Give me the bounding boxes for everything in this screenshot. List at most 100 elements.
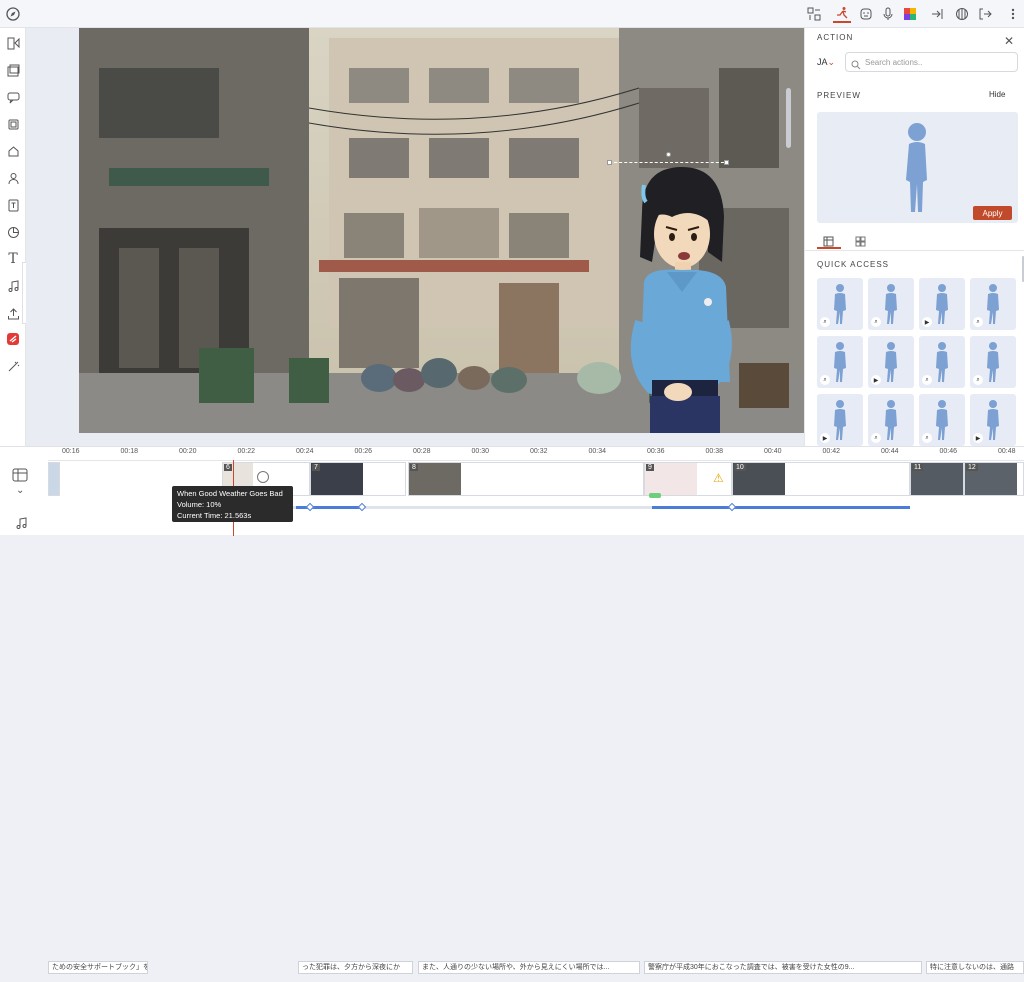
zoom-icon[interactable]: ⌕ — [922, 433, 932, 443]
action-tile[interactable]: ⌕ — [817, 278, 863, 330]
layout-icon[interactable] — [805, 5, 823, 23]
action-tile[interactable]: ⌕ — [817, 336, 863, 388]
audio-clip[interactable]: 特に注意しないのは、通路 — [926, 961, 1024, 974]
volume-segment[interactable] — [652, 506, 910, 509]
pose-silhouette — [885, 400, 897, 440]
tooltip-title: When Good Weather Goes Bad — [177, 489, 283, 498]
text-box-icon[interactable] — [4, 196, 22, 214]
action-tile[interactable]: ▶ — [970, 394, 1016, 446]
scene-canvas[interactable] — [79, 28, 807, 433]
character-icon[interactable] — [4, 169, 22, 187]
quick-access-title: QUICK ACCESS — [817, 260, 890, 269]
enter-icon[interactable] — [929, 5, 947, 23]
keyframe-marker[interactable] — [727, 502, 737, 512]
selection-box — [609, 162, 729, 163]
play-icon[interactable]: ▶ — [922, 317, 932, 327]
music-icon[interactable] — [4, 277, 22, 295]
character-woman[interactable] — [622, 162, 742, 433]
stage-scrollbar[interactable] — [786, 88, 791, 148]
top-toolbar — [0, 0, 1024, 28]
keyframe-marker[interactable] — [357, 502, 367, 512]
resize-handle[interactable] — [724, 160, 729, 165]
tooltip-current-time: Current Time: 21.563s — [177, 511, 252, 520]
action-panel: ACTION ✕ JA⌄ Search actions.. PREVIEW Hi… — [804, 28, 1024, 446]
action-tile[interactable]: ⌕ — [919, 336, 965, 388]
audio-clip[interactable]: 警察庁が平成30年におこなった調査では、被害を受けた女性の9... — [644, 961, 922, 974]
action-tile[interactable]: ⌕ — [919, 394, 965, 446]
warning-icon: ⚠ — [713, 471, 724, 485]
action-tile[interactable]: ▶ — [817, 394, 863, 446]
play-icon[interactable]: ▶ — [820, 433, 830, 443]
time-tick: 00:20 — [179, 448, 197, 455]
zoom-icon[interactable]: ⌕ — [871, 433, 881, 443]
action-tile[interactable]: ⌕ — [970, 336, 1016, 388]
text-icon[interactable]: T — [4, 250, 22, 268]
divider — [805, 250, 1024, 251]
time-tick: 00:28 — [413, 448, 431, 455]
time-tick: 00:40 — [764, 448, 782, 455]
audio-clip[interactable]: また、人通りの少ない場所や、外から見えにくい場所では... — [418, 961, 640, 974]
chat-bubble-icon[interactable] — [4, 88, 22, 106]
time-tick: 00:48 — [998, 448, 1016, 455]
shapes-icon[interactable] — [4, 34, 22, 52]
action-tile[interactable]: ⌕ — [868, 278, 914, 330]
hide-preview-link[interactable]: Hide — [989, 90, 1005, 99]
scene-clip[interactable]: ⚠ 9 — [644, 462, 732, 496]
language-select[interactable]: JA⌄ — [817, 57, 835, 68]
rotate-handle[interactable] — [666, 152, 671, 157]
tab-underline — [817, 247, 841, 249]
zoom-icon[interactable]: ⌕ — [820, 317, 830, 327]
scene-clip[interactable]: 12 — [964, 462, 1024, 496]
upload-icon[interactable] — [4, 304, 22, 322]
more-vertical-icon[interactable] — [1004, 5, 1022, 23]
face-expression-icon[interactable] — [857, 5, 875, 23]
audio-tooltip: When Good Weather Goes Bad Volume: 10% C… — [172, 486, 293, 522]
scene-clip[interactable]: 11 — [910, 462, 964, 496]
pose-silhouette — [936, 342, 948, 382]
microphone-icon[interactable] — [879, 5, 897, 23]
prop-icon[interactable] — [4, 142, 22, 160]
zoom-icon[interactable]: ⌕ — [973, 317, 983, 327]
action-tile[interactable]: ⌕ — [868, 394, 914, 446]
play-icon[interactable]: ▶ — [973, 433, 983, 443]
zoom-icon[interactable]: ⌕ — [871, 317, 881, 327]
time-ruler[interactable]: 00:16 00:18 00:20 00:22 00:24 00:26 00:28 00:30… — [48, 447, 1024, 461]
color-palette-icon[interactable] — [901, 5, 919, 23]
apply-button[interactable]: Apply — [973, 206, 1012, 220]
zoom-icon[interactable]: ⌕ — [922, 375, 932, 385]
chart-icon[interactable] — [4, 223, 22, 241]
effect-icon[interactable] — [4, 357, 22, 375]
audio-clip[interactable]: った犯罪は、夕方から深夜にか — [298, 961, 413, 974]
camera-aperture-icon[interactable] — [953, 5, 971, 23]
compass-icon[interactable] — [4, 5, 22, 23]
time-tick: 00:24 — [296, 448, 314, 455]
keyframe-marker[interactable] — [305, 502, 315, 512]
resize-handle[interactable] — [607, 160, 612, 165]
frame-icon[interactable] — [4, 115, 22, 133]
exit-icon[interactable] — [976, 5, 994, 23]
brand-icon[interactable] — [4, 330, 22, 348]
scene-clip[interactable]: 8 — [408, 462, 644, 496]
action-tile[interactable]: ⌕ — [970, 278, 1016, 330]
chevron-down-icon[interactable]: ⌄ — [16, 485, 24, 496]
close-icon[interactable]: ✕ — [1004, 34, 1014, 48]
search-actions-input[interactable]: Search actions.. — [845, 52, 1018, 72]
scene-clip[interactable]: 10 — [732, 462, 910, 496]
transition-marker[interactable] — [649, 493, 661, 498]
zoom-icon[interactable]: ⌕ — [820, 375, 830, 385]
preview-silhouette — [906, 123, 927, 212]
audio-clip[interactable]: ための安全サポートブック」を... — [48, 961, 148, 974]
scene-template-icon[interactable] — [4, 61, 22, 79]
scene-number: 10 — [734, 464, 746, 471]
scene-clip[interactable]: 7 — [310, 462, 406, 496]
action-run-icon[interactable] — [833, 5, 851, 23]
chevron-down-icon: ⌄ — [827, 57, 836, 67]
pose-silhouette — [987, 400, 999, 440]
scene-clip[interactable] — [48, 462, 60, 496]
scene-number: 7 — [312, 464, 320, 471]
action-tile[interactable]: ▶ — [868, 336, 914, 388]
action-tile[interactable]: ▶ — [919, 278, 965, 330]
pose-silhouette — [834, 342, 846, 382]
zoom-icon[interactable]: ⌕ — [973, 375, 983, 385]
play-icon[interactable]: ▶ — [871, 375, 881, 385]
